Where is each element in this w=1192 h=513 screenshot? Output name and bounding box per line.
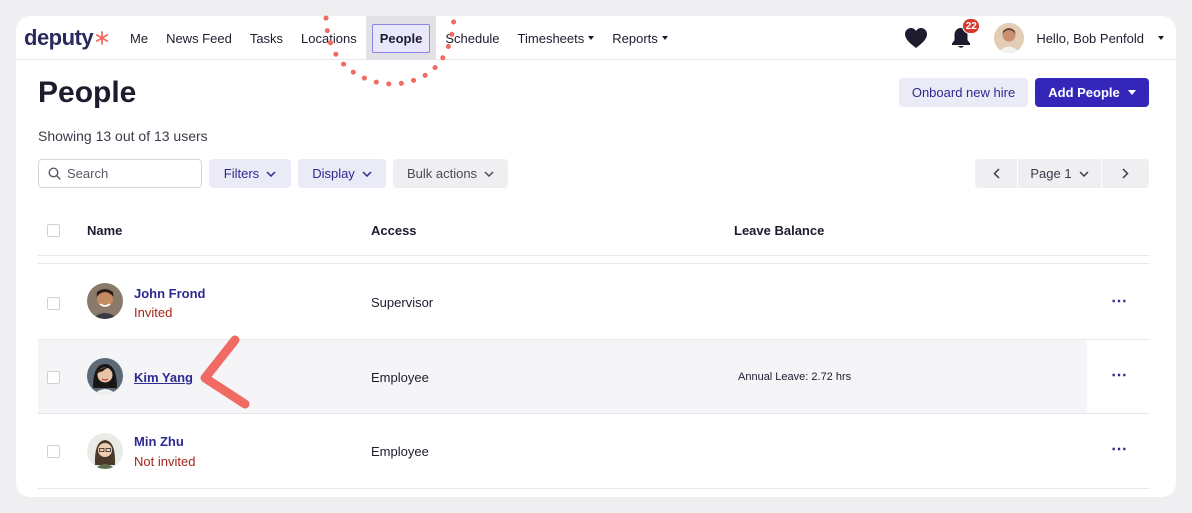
heart-icon[interactable] (904, 27, 928, 49)
filters-button[interactable]: Filters (209, 159, 291, 188)
leave-balance: Annual Leave: 2.72 hrs (738, 371, 852, 383)
chevron-right-icon (1122, 168, 1129, 179)
invite-status: Invited (134, 305, 173, 320)
notifications-button[interactable]: 22 (950, 18, 981, 50)
deputy-logo[interactable]: deputy (24, 25, 109, 51)
brand-name: deputy (24, 25, 94, 50)
next-page-button[interactable] (1102, 159, 1149, 188)
chevron-down-icon (362, 170, 372, 177)
divider (38, 263, 1149, 264)
nav-item-people[interactable]: People (365, 16, 437, 60)
top-nav: deputy Me News Feed Tasks Locations Peop… (16, 16, 1176, 60)
page-select[interactable]: Page 1 (1017, 159, 1102, 188)
avatar (87, 433, 123, 469)
invite-status: Not invited (134, 454, 196, 469)
row-more-actions-icon[interactable]: ⋯ (1111, 294, 1128, 310)
nav-item-timesheets[interactable]: Timesheets (509, 16, 604, 60)
caret-down-icon (588, 36, 595, 40)
divider (38, 255, 1149, 256)
chevron-down-icon (266, 170, 276, 177)
row-more-actions-icon[interactable]: ⋯ (1111, 442, 1128, 458)
search-icon (48, 167, 61, 180)
caret-down-icon (1127, 90, 1136, 95)
display-button[interactable]: Display (298, 159, 386, 188)
caret-down-icon (661, 36, 668, 40)
person-name-link[interactable]: Min Zhu (134, 434, 184, 449)
divider (38, 488, 1149, 489)
nav-item-reports[interactable]: Reports (603, 16, 677, 60)
pagination: Page 1 (975, 159, 1149, 188)
select-all-checkbox[interactable] (47, 224, 60, 237)
avatar (87, 358, 123, 394)
column-header-name[interactable]: Name (87, 223, 122, 238)
user-count-text: Showing 13 out of 13 users (38, 128, 208, 144)
row-checkbox[interactable] (47, 371, 60, 384)
user-avatar[interactable] (994, 23, 1025, 53)
prev-page-button[interactable] (975, 159, 1017, 188)
chevron-down-icon (1079, 170, 1089, 177)
chevron-left-icon (992, 168, 1000, 179)
nav-item-me[interactable]: Me (121, 16, 157, 60)
nav-item-news-feed[interactable]: News Feed (157, 16, 241, 60)
row-more-actions-icon[interactable]: ⋯ (1111, 368, 1128, 384)
person-name-link[interactable]: John Frond (134, 286, 206, 301)
add-people-button[interactable]: Add People (1035, 78, 1149, 107)
avatar (87, 283, 123, 319)
table-row[interactable] (38, 340, 1087, 414)
chevron-down-icon (484, 170, 494, 177)
onboard-new-hire-button[interactable]: Onboard new hire (899, 78, 1028, 107)
access-level: Employee (371, 444, 429, 459)
access-level: Employee (371, 370, 429, 385)
column-header-leave-balance[interactable]: Leave Balance (734, 223, 824, 238)
user-menu-caret-icon[interactable] (1158, 36, 1164, 40)
search-input[interactable]: Search (38, 159, 202, 188)
row-checkbox[interactable] (47, 297, 60, 310)
app-window: deputy Me News Feed Tasks Locations Peop… (16, 16, 1176, 497)
nav-item-schedule[interactable]: Schedule (436, 16, 508, 60)
table-row[interactable] (38, 414, 1149, 488)
nav-item-locations[interactable]: Locations (292, 16, 366, 60)
user-greeting[interactable]: Hello, Bob Penfold (1036, 31, 1144, 46)
nav-menu: Me News Feed Tasks Locations People Sche… (121, 16, 677, 60)
nav-right: 22 Hello, Bob Penfold (904, 16, 1176, 60)
access-level: Supervisor (371, 295, 434, 310)
table-row[interactable] (38, 265, 1149, 339)
notification-count-badge: 22 (962, 18, 981, 34)
bulk-actions-button[interactable]: Bulk actions (393, 159, 508, 188)
page-title: People (38, 76, 137, 109)
nav-item-tasks[interactable]: Tasks (241, 16, 292, 60)
column-header-access[interactable]: Access (371, 223, 417, 238)
row-checkbox[interactable] (47, 445, 60, 458)
logo-asterisk-icon (96, 31, 109, 45)
person-name-link[interactable]: Kim Yang (134, 370, 193, 385)
search-placeholder: Search (67, 166, 109, 181)
